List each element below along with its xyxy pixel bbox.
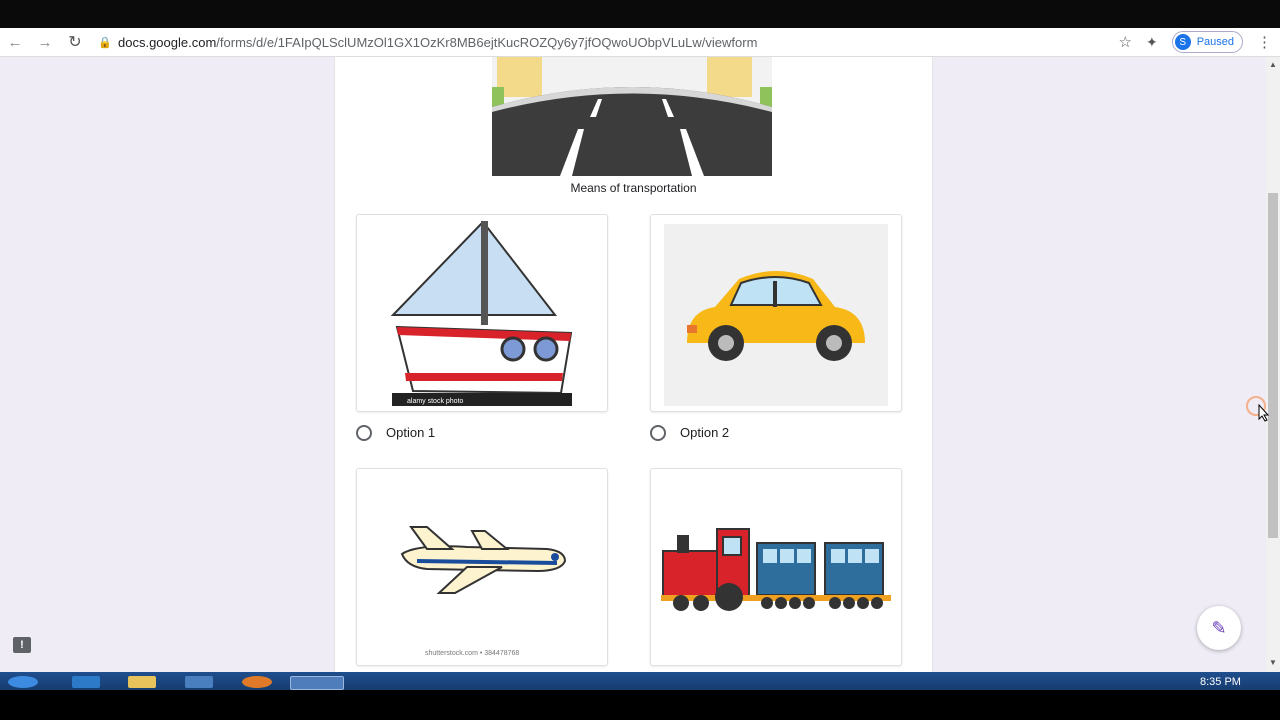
feedback-icon[interactable]: ! <box>13 637 31 653</box>
url-host: docs.google.com <box>118 34 217 50</box>
app-icon[interactable] <box>185 676 213 688</box>
chrome-taskbar-button[interactable] <box>290 676 344 690</box>
edit-icon[interactable]: ✎ <box>1197 606 1241 650</box>
option-3-image[interactable]: shutterstock.com • 384478768 <box>356 468 608 666</box>
page-viewport: Means of transportation alamy stock phot… <box>0 57 1266 672</box>
profile-button[interactable]: S Paused <box>1171 31 1243 53</box>
menu-icon[interactable]: ⋮ <box>1257 33 1272 51</box>
scroll-down-icon[interactable]: ▼ <box>1266 658 1280 667</box>
option-3-watermark: shutterstock.com • 384478768 <box>425 650 519 657</box>
avatar: S <box>1174 34 1191 50</box>
option-2-image[interactable] <box>650 214 902 412</box>
back-icon[interactable]: ← <box>0 34 30 51</box>
profile-status: Paused <box>1196 36 1234 48</box>
mouse-cursor-icon <box>1258 404 1270 422</box>
question-card: Means of transportation alamy stock phot… <box>334 57 933 672</box>
option-1-watermark: alamy stock photo <box>407 398 464 405</box>
toolbar-right: ☆ ✦ S Paused ⋮ <box>1119 28 1272 56</box>
firefox-icon[interactable] <box>242 676 272 688</box>
scrollbar-thumb[interactable] <box>1268 193 1278 538</box>
option-1-radio[interactable] <box>356 425 372 441</box>
lock-icon[interactable]: 🔒 <box>96 36 114 49</box>
address-bar: ← → ↻ 🔒 docs.google.com/forms/d/e/1FAIpQ… <box>0 28 1280 57</box>
car-image <box>664 224 888 406</box>
option-2-radio[interactable] <box>650 425 666 441</box>
ie-icon[interactable] <box>72 676 100 688</box>
sailboat-image: alamy stock photo <box>390 220 573 406</box>
image-caption: Means of transportation <box>570 181 697 195</box>
letterbox-bottom <box>0 690 1280 720</box>
taskbar-clock: 8:35 PM <box>1200 676 1241 688</box>
reload-icon[interactable]: ↻ <box>60 32 90 52</box>
scroll-up-icon[interactable]: ▲ <box>1266 60 1280 69</box>
start-button-icon[interactable] <box>8 676 38 688</box>
airplane-image: shutterstock.com • 384478768 <box>400 526 567 657</box>
option-1-image[interactable]: alamy stock photo <box>356 214 608 412</box>
extensions-icon[interactable]: ✦ <box>1146 34 1158 51</box>
road-image <box>492 57 772 176</box>
url-field[interactable]: docs.google.com/forms/d/e/1FAIpQLSclUMzO… <box>118 35 757 50</box>
star-icon[interactable]: ☆ <box>1119 33 1132 51</box>
train-image <box>661 528 891 611</box>
forward-icon[interactable]: → <box>30 34 60 51</box>
option-4-image[interactable] <box>650 468 902 666</box>
folder-icon[interactable] <box>128 676 156 688</box>
url-path: /forms/d/e/1FAIpQLSclUMzOl1GX1OzKr8MB6ej… <box>216 34 758 50</box>
option-1-label: Option 1 <box>386 425 436 440</box>
option-2-label: Option 2 <box>680 425 730 440</box>
